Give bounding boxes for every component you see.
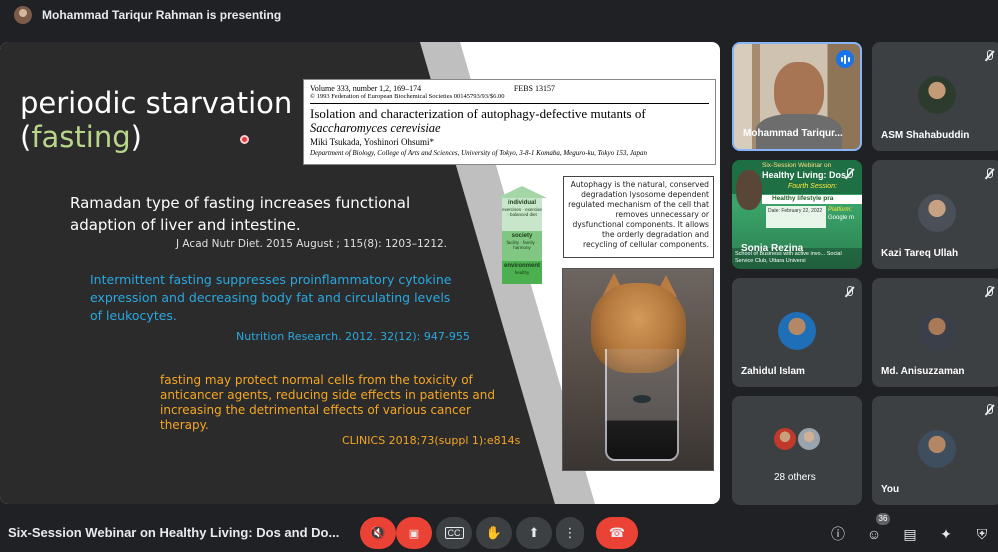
tile-asm-shahabuddin[interactable]: ASM Shahabuddin: [872, 42, 998, 151]
meeting-controls-bar: Six-Session Webinar on Healthy Living: D…: [0, 510, 998, 552]
more-options-button[interactable]: ⋮: [556, 517, 584, 549]
shared-screen: periodic starvation (fasting) Ramadan ty…: [0, 42, 720, 504]
health-levels-arrow: individual exercises · exercise · balance…: [497, 186, 547, 284]
slide-point-1: Ramadan type of fasting increases functi…: [70, 194, 411, 234]
mic-off-icon: [844, 286, 854, 298]
participant-count-badge: 36: [876, 513, 890, 525]
chat-icon[interactable]: ▤: [900, 524, 920, 544]
slide-ref-2: Nutrition Research. 2012. 32(12): 947-95…: [236, 330, 470, 343]
tile-zahidul-islam[interactable]: Zahidul Islam: [732, 278, 862, 387]
camera-off-icon: ▣: [408, 527, 420, 540]
avatar: [918, 76, 956, 114]
slide-ref-1: J Acad Nutr Diet. 2015 August ; 115(8): …: [176, 238, 448, 250]
speaking-indicator-icon: [836, 50, 854, 68]
people-icon[interactable]: ☺: [864, 524, 884, 544]
slide-title-highlight: fasting: [31, 120, 131, 154]
captions-icon: CC: [444, 527, 464, 539]
hand-icon: ✋: [485, 525, 503, 540]
journal-header-image: Volume 333, number 1,2, 169–174 FEBS 1315…: [303, 79, 716, 165]
avatar: [918, 430, 956, 468]
hang-up-icon: ☎: [608, 525, 626, 540]
avatar: [796, 426, 822, 452]
camera-toggle-button[interactable]: ▣: [396, 517, 432, 549]
leave-call-button[interactable]: ☎: [596, 517, 638, 549]
mic-off-icon: [984, 50, 994, 62]
mic-off-icon: [984, 404, 994, 416]
present-screen-icon: ⬆: [528, 525, 540, 540]
cat-fish-photo: [562, 268, 714, 471]
avatar: [918, 312, 956, 350]
slide-title-line1: periodic starvation: [20, 86, 293, 120]
host-controls-icon[interactable]: ⛨: [972, 524, 992, 544]
tile-presenter[interactable]: Mohammad Tariqur...: [732, 42, 862, 151]
tile-kazi-tareq-ullah[interactable]: Kazi Tareq Ullah: [872, 160, 998, 269]
slide-title-line2: (fasting): [20, 120, 142, 154]
mic-off-icon: [984, 168, 994, 180]
avatar: [778, 312, 816, 350]
mic-toggle-button[interactable]: 🔇: [360, 517, 396, 549]
meeting-details-icon[interactable]: ⓘ: [828, 524, 848, 544]
slide-title: periodic starvation (fasting): [20, 86, 292, 154]
more-vert-icon: ⋮: [563, 525, 577, 540]
slide-point-2: Intermittent fasting suppresses proinfla…: [90, 272, 452, 323]
mic-off-icon: [984, 286, 994, 298]
present-screen-button[interactable]: ⬆: [516, 517, 552, 549]
raise-hand-button[interactable]: ✋: [476, 517, 512, 549]
mic-off-icon: [844, 168, 854, 180]
participant-grid: Mohammad Tariqur... ASM Shahabuddin Six-…: [732, 42, 998, 505]
tile-you[interactable]: You: [872, 396, 998, 505]
presenting-banner: Mohammad Tariqur Rahman is presenting: [0, 0, 998, 30]
avatar: [772, 426, 798, 452]
activities-icon[interactable]: ✦: [936, 524, 956, 544]
slide-ref-3: CLINICS 2018;73(suppl 1):e814s: [342, 434, 521, 447]
tile-others[interactable]: 28 others: [732, 396, 862, 505]
presenting-text: Mohammad Tariqur Rahman is presenting: [42, 8, 282, 22]
avatar: [918, 194, 956, 232]
captions-button[interactable]: CC: [436, 517, 472, 549]
tile-md-anisuzzaman[interactable]: Md. Anisuzzaman: [872, 278, 998, 387]
tile-sonia-rezina[interactable]: Six-Session Webinar on Healthy Living: D…: [732, 160, 862, 269]
presenter-avatar: [14, 6, 32, 24]
journal-title: Isolation and characterization of autoph…: [310, 106, 646, 121]
laser-pointer-icon: [240, 135, 249, 144]
slide-point-3: fasting may protect normal cells from th…: [160, 373, 495, 432]
meeting-title: Six-Session Webinar on Healthy Living: D…: [8, 525, 340, 540]
autophagy-definition: Autophagy is the natural, conserved degr…: [563, 176, 714, 258]
mic-off-icon: 🔇: [369, 525, 387, 540]
